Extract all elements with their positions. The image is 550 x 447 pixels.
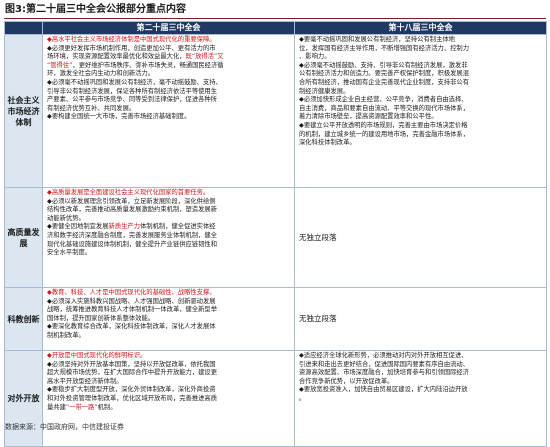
cell-18th-plenum: ◆要毫不动摇巩固和发展公有制经济，坚持公有制主体地 位，发挥国有经济主导作用，不断… [294,34,547,188]
cell-line: 超大规模市场优势，在扩大国际合作中提升开放能力，建设更 [47,369,218,377]
header-category [4,21,43,35]
cell-line: 安全水平制度。 [47,249,92,257]
cell-line: 制经济健康发展。 [299,87,350,95]
cell-18th-plenum: 无独立段落 [294,287,547,351]
table-header-row: 第二十届三中全会 第十八届三中全会 [4,21,547,35]
cell-line: 位，发挥国有经济主导作用，不断增强国有经济活力、控制力 [299,44,470,52]
header-20th-plenum: 第二十届三中全会 [42,21,295,35]
cell-line: 着力清除市场壁垒，提高资源配置效率和公平性。 [299,113,438,121]
title-divider [4,18,546,19]
cell-line: ◆要建立公平开放透明的市场规则，完善主要由市场决定价格 [299,121,468,129]
figure-title: 图3:第二十届三中全会公报部分重点内容 [5,4,186,15]
cell-line: ◆高水平社会主义市场经济体制是中国式现代化的重要保障。 [47,36,216,43]
cell-line: ◆高质量发展是全面建设社会主义现代化国家的首要任务。 [47,189,210,196]
cell-line: 。 [299,394,306,402]
cell-line: 无独立段落 [299,232,337,242]
cell-20th-plenum: ◆高水平社会主义市场经济体制是中国式现代化的重要保障。 ◆必须更好发挥市场机制作用… [42,34,295,188]
cell-line: 济和数字经济深度融合制度，完善发展服务业体制机制，健全 [47,231,218,239]
table-row: 对外开放 ◆开放是中国式现代化的鲜明标识。 ◆必须坚持对外开放基本国策，坚持以开放促… [4,350,547,447]
cell-line: 深化科技体制改革。 [299,139,356,147]
cell-line: 引进来和走出去更好结合，促进国际国内要素有序自由流动、 [299,360,470,368]
highlighted-text: “管得住” [47,61,73,69]
cell-line: 合所有制经济，推动国有企业完善现代企业制度，支持非公有 [299,78,470,86]
cell-line: 制机制改革。 [47,331,85,339]
cell-line: ◆必须坚持对外开放基本国策，坚持以开放促改革，依托我国 [47,360,216,368]
cell-line: ◆要深化教育综合改革，深化科技体制改革，深化人才发展体 [47,323,216,331]
highlighted-text: “一带一路” [65,403,98,411]
text-segment: 场环境，实现资源配置效率最优化和效益最大化， [47,53,186,61]
cell-line: 产要素、公平参与市场竞争、同等受到法律保护，促进各种所 [47,96,218,104]
cell-line: ◆必须深入实施科教兴国战略、人才强国战略、创新驱动发展 [47,297,216,305]
comparison-table: 第二十届三中全会 第十八届三中全会 社会主义市场经济体制 ◆高水平社会主义市场经济… [4,21,547,447]
cell-line: 、影响力。 [299,53,331,61]
cell-line: ◆适应经济全球化新形势，必须推动对内对外开放相互促进、 [299,352,468,359]
cell-line: 引导非公有制经济发展，保证各种所有制经济依法平等使用生 [47,87,218,95]
cell-20th-plenum: ◆开放是中国式现代化的鲜明标识。 ◆必须坚持对外开放基本国策，坚持以开放促改革，依… [42,350,295,447]
cell-20th-plenum: ◆高质量发展是全面建设社会主义现代化国家的首要任务。 ◆必须以新发展理念引领改革，… [42,187,295,288]
cell-line: ◆必须更好发挥市场机制作用，创造更加公平、更有活力的市 [47,44,216,52]
cell-line: ◆必须以新发展理念引领改革，立足新发展阶段，深化供给侧 [47,197,216,205]
highlighted-text: 新质生产力 [108,223,140,231]
source-note: 数据来源：中国政府网，中信建投证券 [5,423,124,431]
cell-line: 资源高效配置、市场深度融合，加快培育参与和引领国际经济 [299,369,470,377]
cell-line: ◆必须加快形成企业自主经营、公平竞争，消费者自由选择、 [299,96,468,104]
table-row: 高质量发展 ◆高质量发展是全面建设社会主义现代化国家的首要任务。 ◆必须以新发展理念… [4,187,547,288]
cell-line: 公有制经济活力和创造力。要完善产权保护制度，积极发展混 [299,70,470,78]
cell-line: 量共建“一带一路”机制。 [47,404,291,413]
text-segment: ，更好维护市场秩序、弥补市场失灵，畅通国民经济循 [72,61,224,69]
cell-line: ◆教育、科技、人才是中国式现代化的基础性、战略性支撑。 [47,289,216,296]
cell-line: 的机制，建立城乡统一的建设用地市场，完善金融市场体系， [299,130,470,138]
cell-line: ◆开放是中国式现代化的鲜明标识。 [47,352,147,359]
cell-line: 场环境，实现资源配置效率最优化和效益最大化，既“放得活”又 [47,53,291,62]
header-18th-plenum: 第十八届三中全会 [294,21,547,35]
row-category: 对外开放 [4,350,43,447]
cell-line: ◆要放宽投资准入，加快自由贸易区建设，扩大内陆沿边开放 [299,386,468,394]
cell-line: 结构性改革，完善推动高质量发展激励约束机制，塑造发展新 [47,206,218,214]
cell-line: 无独立段落 [299,314,337,323]
cell-line: 战略，统筹推进教育科技人才体制机制一体改革，健全新型举 [47,306,218,314]
cell-line: ◆要毫不动摇巩固和发展公有制经济，坚持公有制主体地 [299,36,455,43]
row-category: 高质量发展 [4,187,43,288]
cell-line: ◆要稳步扩大制度型开放，深化外贸体制改革，深化外商投资 [47,386,216,394]
cell-line: ◆必须毫不动摇巩固和发展公有制经济，毫不动摇鼓励、支持、 [47,78,222,86]
text-segment: 量共建 [47,403,66,411]
row-category: 科教创新 [4,287,43,351]
row-category: 社会主义市场经济体制 [4,34,43,188]
text-segment: 机制。 [97,403,117,411]
cell-line: ◆要健全因地制宜发展新质生产力体制机制，健全促进实体经 [47,223,291,232]
cell-18th-plenum: 无独立段落 [294,187,547,288]
cell-line: 现代化基础设施建设体制机制，健全提升产业链供应链韧性和 [47,240,218,248]
table-body: 社会主义市场经济体制 ◆高水平社会主义市场经济体制是中国式现代化的重要保障。 ◆必须… [4,34,547,447]
cell-line: 环，激发全社会内生动力和创新活力。 [47,70,155,78]
cell-18th-plenum: ◆适应经济全球化新形势，必须推动对内对外开放相互促进、 引进来和走出去更好结合，促… [294,350,547,447]
highlighted-text: 既“放得活”又 [185,53,224,61]
text-segment: 体制机制，健全促进实体经 [140,223,216,231]
text-segment: ◆要健全因地制宜发展 [47,223,109,231]
cell-line: ◆要构建全国统一大市场，完善市场经济基础制度。 [47,113,191,121]
cell-line: 和对外投资管理体制改革，优化区域开放布局，完善推进高质 [47,394,218,402]
cell-20th-plenum: ◆教育、科技、人才是中国式现代化的基础性、战略性支撑。 ◆必须深入实施科教兴国战略… [42,287,295,351]
table-row: 科教创新 ◆教育、科技、人才是中国式现代化的基础性、战略性支撑。 ◆必须深入实施科教… [4,287,547,351]
table-row: 社会主义市场经济体制 ◆高水平社会主义市场经济体制是中国式现代化的重要保障。 ◆必须… [4,34,547,188]
